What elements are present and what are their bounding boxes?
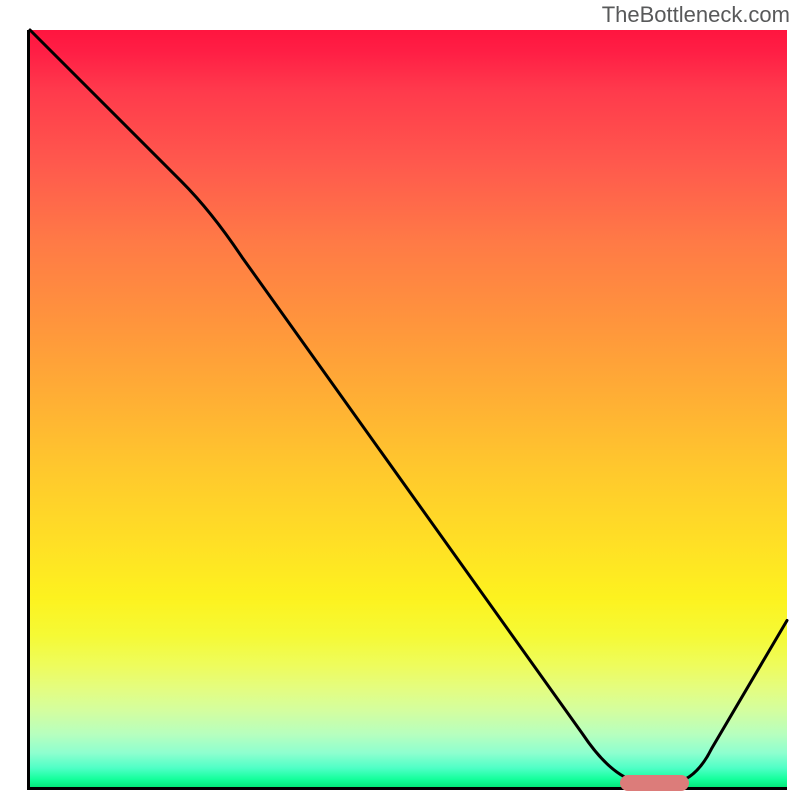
bottleneck-curve	[30, 30, 787, 783]
watermark-text: TheBottleneck.com	[602, 2, 790, 28]
y-axis	[27, 30, 30, 790]
chart-container: TheBottleneck.com	[0, 0, 800, 800]
optimal-marker	[620, 775, 688, 791]
curve-svg	[0, 0, 800, 800]
